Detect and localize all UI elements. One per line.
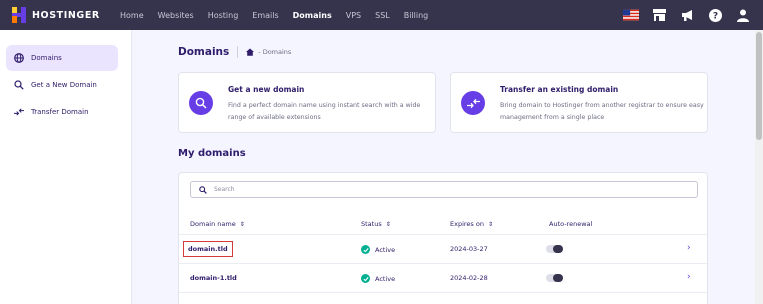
card-description: Find a perfect domain name using instant… — [228, 100, 420, 124]
domain-name-link[interactable]: domain-1.tld — [190, 274, 237, 282]
sort-icon: ⇕ — [239, 220, 245, 228]
search-icon — [189, 91, 213, 115]
globe-icon — [14, 53, 24, 63]
column-label: Status — [361, 220, 382, 228]
toggle-knob — [553, 245, 563, 253]
column-auto-renewal: Auto-renewal — [549, 220, 592, 228]
card-description: Bring domain to Hostinger from another r… — [500, 100, 704, 124]
user-icon[interactable] — [735, 7, 751, 23]
nav-ssl[interactable]: SSL — [375, 11, 390, 20]
card-description-line: range of available extensions — [228, 114, 321, 121]
nav-websites[interactable]: Websites — [158, 11, 194, 20]
store-icon[interactable] — [651, 7, 667, 23]
page-header: Domains - Domains — [178, 46, 291, 58]
home-icon[interactable] — [246, 48, 255, 56]
breadcrumb: - Domains — [246, 48, 291, 56]
main-nav: Home Websites Hosting Emails Domains VPS… — [120, 11, 442, 20]
header-divider — [237, 46, 239, 58]
card-description-line: Bring domain to Hostinger from another r… — [500, 102, 704, 109]
search-icon — [199, 185, 207, 194]
nav-hosting[interactable]: Hosting — [208, 11, 239, 20]
help-icon[interactable]: ? — [707, 7, 723, 23]
transfer-domain-card[interactable]: Transfer an existing domain Bring domain… — [450, 72, 708, 133]
search-box[interactable] — [190, 181, 698, 198]
auto-renewal-toggle[interactable] — [546, 245, 563, 253]
check-circle-icon — [361, 245, 370, 254]
sidebar-item-transfer-domain[interactable]: Transfer Domain — [6, 99, 118, 125]
sidebar-item-label: Get a New Domain — [31, 81, 97, 89]
megaphone-icon[interactable] — [679, 7, 695, 23]
hostinger-logo[interactable]: HOSTINGER — [12, 7, 112, 23]
my-domains-title: My domains — [178, 148, 246, 159]
sort-icon: ⇕ — [487, 220, 493, 228]
domain-name-link[interactable]: domain.tld — [183, 241, 233, 257]
table-header: Domain name ⇕ Status ⇕ Expires on ⇕ Auto… — [179, 211, 707, 235]
expiry-date: 2024-03-27 — [450, 245, 488, 253]
status-text: Active — [375, 274, 396, 283]
toggle-knob — [553, 274, 563, 282]
svg-text:?: ? — [712, 11, 717, 21]
column-status[interactable]: Status ⇕ — [361, 220, 391, 228]
get-new-domain-card[interactable]: Get a new domain Find a perfect domain n… — [178, 72, 436, 133]
search-input[interactable] — [214, 186, 614, 193]
column-label: Expires on — [450, 220, 484, 228]
breadcrumb-current: - Domains — [258, 48, 292, 56]
nav-emails[interactable]: Emails — [252, 11, 278, 20]
status-badge: Active — [361, 274, 395, 283]
topbar-actions: ? — [623, 0, 763, 30]
check-circle-icon — [361, 274, 370, 283]
status-badge: Active — [361, 245, 395, 254]
hostinger-logo-icon — [12, 7, 26, 23]
column-domain-name[interactable]: Domain name ⇕ — [190, 220, 245, 228]
scrollbar-thumb[interactable] — [756, 32, 762, 140]
column-label: Domain name — [190, 220, 236, 228]
sidebar-item-label: Transfer Domain — [31, 108, 89, 116]
transfer-icon — [14, 107, 24, 117]
card-title: Transfer an existing domain — [500, 85, 619, 94]
chevron-right-icon[interactable]: › — [687, 272, 691, 282]
auto-renewal-toggle[interactable] — [546, 274, 563, 282]
card-title: Get a new domain — [228, 85, 305, 94]
sidebar-item-get-new-domain[interactable]: Get a New Domain — [6, 72, 118, 98]
top-navbar: HOSTINGER Home Websites Hosting Emails D… — [0, 0, 763, 30]
nav-domains[interactable]: Domains — [293, 11, 332, 20]
brand-name: HOSTINGER — [32, 9, 100, 21]
page-title: Domains — [178, 46, 230, 58]
search-icon — [14, 80, 24, 90]
sidebar-item-domains[interactable]: Domains — [6, 45, 118, 71]
sort-icon: ⇕ — [385, 220, 391, 228]
nav-home[interactable]: Home — [120, 11, 144, 20]
sidebar-item-label: Domains — [31, 54, 62, 62]
card-description-line: Find a perfect domain name using instant… — [228, 102, 421, 109]
domains-table: Domain name ⇕ Status ⇕ Expires on ⇕ Auto… — [178, 172, 708, 304]
expiry-date: 2024-02-28 — [450, 274, 488, 282]
table-row[interactable]: domain-1.tld Active 2024-02-28 › — [179, 264, 707, 293]
nav-billing[interactable]: Billing — [404, 11, 429, 20]
table-row[interactable]: domain.tld Active 2024-03-27 › — [179, 235, 707, 264]
column-label: Auto-renewal — [549, 220, 593, 228]
status-text: Active — [375, 245, 396, 254]
card-description-line: management from a single place — [500, 114, 605, 121]
sidebar: Domains Get a New Domain Transfer Domain — [0, 30, 132, 304]
page-scrollbar[interactable] — [755, 30, 763, 304]
nav-vps[interactable]: VPS — [346, 11, 361, 20]
column-expires-on[interactable]: Expires on ⇕ — [450, 220, 493, 228]
chevron-right-icon[interactable]: › — [687, 243, 691, 253]
us-flag-icon[interactable] — [623, 7, 639, 23]
transfer-icon — [461, 91, 485, 115]
